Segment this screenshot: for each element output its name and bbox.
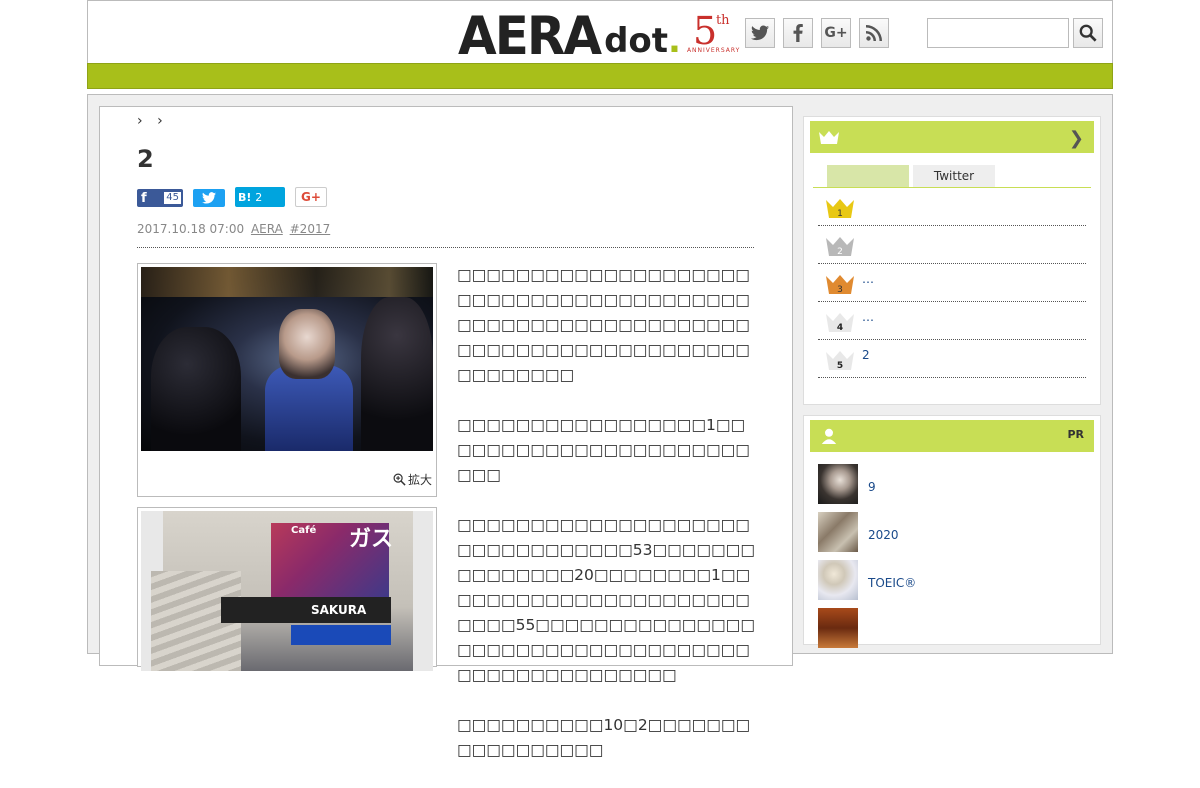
article-paragraph: □□□□□□□□□□□□□□□□□□□□□□□□□□□□□□□□□□□□□□□□… (457, 266, 750, 384)
people-item[interactable] (814, 606, 1094, 654)
people-list: 9 2020 TOEIC® (810, 462, 1094, 654)
bronze-crown-icon: 3 (826, 275, 854, 295)
people-header[interactable]: PR (810, 420, 1094, 452)
sidebar: ❯ Twitter 1 2 3 … 4 … 5 2 PR 9 2020 TOEI… (803, 116, 1101, 648)
share-buttons: f 45 B! 2 G+ (137, 187, 327, 207)
logo-aera-text: AERA (458, 5, 602, 67)
social-links: G+ (745, 18, 889, 48)
thumbnail-image (818, 512, 858, 552)
person-icon (821, 428, 837, 444)
svg-text:2: 2 (837, 247, 843, 257)
tab-access[interactable] (827, 165, 909, 187)
ranking-item[interactable]: 5 2 (818, 340, 1086, 378)
ranking-list: 1 2 3 … 4 … 5 2 (818, 188, 1086, 378)
hatena-bookmark-button[interactable]: B! 2 (235, 187, 285, 207)
divider (137, 247, 754, 248)
article-paragraph: □□□□□□□□□□10□2□□□□□□□□□□□□□□□□□ (457, 716, 751, 759)
photo-image (141, 267, 433, 451)
facebook-share-button[interactable]: f 45 (137, 189, 183, 207)
gold-crown-icon: 1 (826, 199, 854, 219)
search-input[interactable] (927, 18, 1069, 48)
article-main: › › 2 f 45 B! 2 G+ 2017.10.18 07:00 AERA… (99, 106, 793, 759)
twitter-share-button[interactable] (193, 189, 225, 207)
people-box: PR 9 2020 TOEIC® (803, 415, 1101, 648)
ranking-item[interactable]: 4 … (818, 302, 1086, 340)
hatena-count: 2 (255, 190, 263, 204)
silver-crown-icon: 2 (826, 237, 854, 257)
article-date: 2017.10.18 07:00 (137, 222, 245, 236)
article-paragraph: □□□□□□□□□□□□□□□□□1□□□□□□□□□□□□□□□□□□□□□□… (457, 416, 750, 484)
logo-dot-text: dot. (604, 21, 681, 61)
crown-icon: 4 (826, 313, 854, 333)
svg-text:1: 1 (837, 209, 843, 219)
anniversary-badge: 5 th ANNIVERSARY (686, 9, 741, 54)
rss-icon[interactable] (859, 18, 889, 48)
svg-text:5: 5 (837, 361, 843, 371)
nav-bar (87, 63, 1113, 89)
content-area: › › 2 f 45 B! 2 G+ 2017.10.18 07:00 AERA… (87, 94, 1113, 759)
page: AERA dot. 5 th ANNIVERSARY G+ › › 2 f 45… (87, 0, 1113, 759)
facebook-share-count: 45 (164, 192, 181, 204)
article-title: 2 (137, 145, 154, 173)
pr-label: PR (1067, 428, 1084, 441)
google-plus-share-button[interactable]: G+ (295, 187, 327, 207)
svg-text:3: 3 (837, 285, 843, 295)
site-logo[interactable]: AERA dot. 5 th ANNIVERSARY (458, 5, 741, 67)
ranking-item[interactable]: 3 … (818, 264, 1086, 302)
tab-twitter[interactable]: Twitter (913, 165, 995, 187)
zoom-button[interactable]: 拡大 (393, 471, 432, 488)
thumbnail-image (818, 560, 858, 600)
article-body: □□□□□□□□□□□□□□□□□□□□□□□□□□□□□□□□□□□□□□□□… (457, 263, 757, 788)
ranking-tabs: Twitter (813, 165, 1091, 188)
site-header: AERA dot. 5 th ANNIVERSARY G+ (87, 0, 1113, 64)
article-meta: 2017.10.18 07:00 AERA #2017 (137, 222, 330, 236)
breadcrumb: › › (137, 113, 173, 129)
svg-text:4: 4 (837, 323, 843, 333)
people-item[interactable]: 2020 (814, 510, 1094, 558)
thumbnail-image (818, 464, 858, 504)
article-photo[interactable]: Café ガス SAKURA (137, 507, 437, 671)
twitter-icon (202, 192, 216, 204)
article-photo[interactable]: 拡大 (137, 263, 437, 497)
zoom-icon (393, 473, 406, 486)
ranking-item[interactable]: 2 (818, 226, 1086, 264)
people-item[interactable]: TOEIC® (814, 558, 1094, 606)
breadcrumb-separator: › (137, 113, 143, 129)
ranking-header[interactable]: ❯ (810, 121, 1094, 153)
photo-image: Café ガス SAKURA (141, 511, 433, 671)
google-plus-icon[interactable]: G+ (821, 18, 851, 48)
twitter-icon[interactable] (745, 18, 775, 48)
thumbnail-image (818, 608, 858, 648)
source-link[interactable]: AERA (251, 222, 283, 236)
search-button[interactable] (1073, 18, 1103, 48)
tag-link[interactable]: #2017 (290, 222, 331, 236)
ranking-item[interactable]: 1 (818, 188, 1086, 226)
breadcrumb-separator: › (157, 113, 163, 129)
crown-icon: 5 (826, 351, 854, 371)
chevron-right-icon: ❯ (1068, 128, 1084, 149)
article-paragraph: □□□□□□□□□□□□□□□□□□□□□□□□□□□□□□□□53□□□□□□… (457, 516, 755, 684)
people-item[interactable]: 9 (814, 462, 1094, 510)
ranking-box: ❯ Twitter 1 2 3 … 4 … 5 2 (803, 116, 1101, 405)
crown-icon (819, 131, 839, 144)
zoom-label: 拡大 (407, 473, 432, 487)
facebook-icon: f (141, 190, 147, 206)
search-icon (1079, 24, 1097, 42)
facebook-icon[interactable] (783, 18, 813, 48)
